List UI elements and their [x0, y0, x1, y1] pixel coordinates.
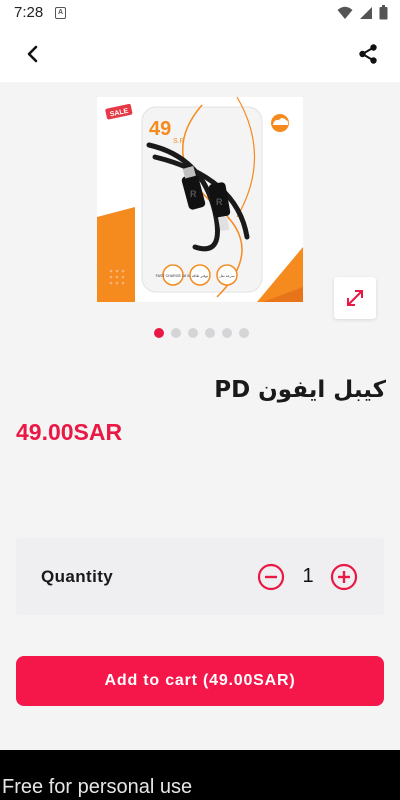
- product-image: SALE 49 S.R R R FAST CHARGE 18 W توفير ط…: [97, 97, 303, 302]
- minus-circle-icon: [257, 563, 285, 591]
- plus-circle-icon: [330, 563, 358, 591]
- expand-arrows-icon: [347, 290, 363, 306]
- pagination-dot[interactable]: [204, 328, 215, 338]
- watermark-text: Free for personal use: [2, 776, 193, 798]
- pagination-dot[interactable]: [170, 328, 181, 338]
- brand-letter-left: R: [190, 189, 197, 199]
- expand-image-button[interactable]: [334, 277, 376, 319]
- image-price-number: 49: [149, 118, 171, 140]
- quantity-card: Quantity 1: [16, 538, 384, 615]
- share-button[interactable]: [352, 40, 384, 68]
- wifi-icon: [337, 6, 353, 19]
- quantity-label: Quantity: [41, 567, 114, 586]
- quantity-increase-button[interactable]: [330, 563, 358, 591]
- quantity-decrease-button[interactable]: [257, 563, 285, 591]
- back-button[interactable]: [16, 40, 48, 68]
- quantity-value: 1: [302, 565, 314, 587]
- product-content: SALE 49 S.R R R FAST CHARGE 18 W توفير ط…: [0, 82, 400, 750]
- battery-icon: [379, 5, 388, 20]
- pagination-dot[interactable]: [238, 328, 249, 338]
- signal-icon: [360, 6, 372, 19]
- feature-transfer-speed: سرعة نقل: [219, 273, 236, 278]
- status-time: 7:28: [14, 4, 44, 21]
- app-bar: [0, 26, 400, 82]
- product-price: 49.00SAR: [16, 419, 123, 445]
- product-image-gallery[interactable]: SALE 49 S.R R R FAST CHARGE 18 W توفير ط…: [97, 97, 303, 302]
- pagination-dot[interactable]: [187, 328, 198, 338]
- chevron-left-icon: [27, 45, 38, 63]
- bottom-bar: Free for personal use: [0, 750, 400, 800]
- product-title: كيبل ايفون PD: [214, 377, 386, 403]
- add-to-cart-button[interactable]: Add to cart (49.00SAR): [16, 656, 384, 706]
- status-icons: [337, 5, 388, 20]
- brand-letter-right: R: [216, 197, 223, 207]
- pagination-dot[interactable]: [221, 328, 232, 338]
- notification-icon: A: [55, 7, 66, 19]
- share-icon: [359, 44, 377, 64]
- status-bar: 7:28 A: [0, 0, 400, 26]
- pagination-dot-active[interactable]: [153, 328, 164, 338]
- image-price-unit: S.R: [173, 138, 185, 145]
- gallery-pagination: [0, 328, 400, 338]
- feature-power-saving: توفير طاقة: [192, 273, 208, 278]
- feature-fast-charge: FAST CHARGE 18 W: [156, 274, 191, 278]
